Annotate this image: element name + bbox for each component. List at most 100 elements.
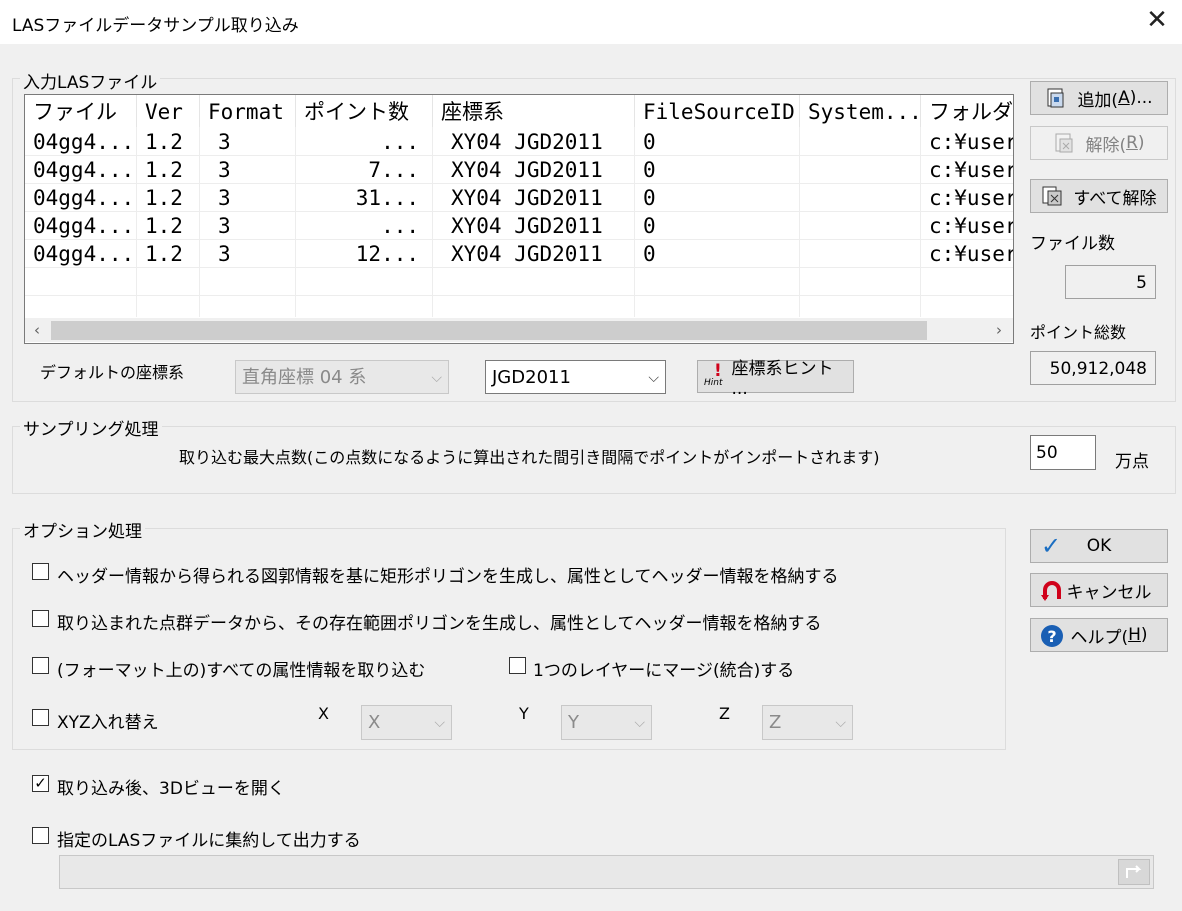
table-cell[interactable]: XY04 JGD2011	[433, 212, 635, 240]
table-cell[interactable]: 3	[200, 128, 296, 156]
remove-button[interactable]: 解除(R)	[1030, 126, 1168, 160]
merge-layer-label[interactable]: 1つのレイヤーにマージ(統合)する	[533, 656, 794, 681]
table-cell[interactable]: XY04 JGD2011	[433, 184, 635, 212]
table-cell[interactable]: 1.2	[137, 240, 200, 268]
column-header[interactable]: フォルダ	[921, 95, 1013, 127]
table-cell[interactable]: 04gg4...	[25, 184, 137, 212]
option2-checkbox[interactable]	[32, 610, 49, 627]
crs-hint-button[interactable]: ! Hint 座標系ヒント ...	[697, 359, 854, 399]
y-label: Y	[519, 704, 529, 723]
max-points-input[interactable]: 50	[1030, 435, 1096, 470]
table-cell[interactable]: XY04 JGD2011	[433, 240, 635, 268]
column-header[interactable]: Format	[200, 95, 296, 127]
table-cell[interactable]: c:¥user	[921, 156, 1013, 184]
table-cell[interactable]: 1.2	[137, 128, 200, 156]
merge-output-label[interactable]: 指定のLASファイルに集約して出力する	[57, 826, 361, 851]
remove-all-button[interactable]: すべて解除	[1030, 179, 1168, 213]
table-cell[interactable]: ...	[296, 212, 433, 240]
table-cell[interactable]: XY04 JGD2011	[433, 156, 635, 184]
las-file-list[interactable]: ファイル Ver Format ポイント数 座標系 FileSourceID System.…	[24, 94, 1014, 344]
chevron-down-icon: ⌵	[431, 370, 442, 386]
table-cell[interactable]	[800, 128, 921, 156]
chevron-down-icon: ⌵	[648, 370, 659, 386]
input-las-legend: 入力LASファイル	[20, 68, 161, 93]
table-cell[interactable]	[800, 156, 921, 184]
table-cell[interactable]	[800, 184, 921, 212]
table-cell[interactable]: 3	[200, 184, 296, 212]
open-3d-label[interactable]: 取り込み後、3Dビューを開く	[57, 774, 285, 799]
scroll-right-icon[interactable]: ›	[987, 318, 1011, 342]
crs-select[interactable]: 直角座標 04 系 ⌵	[235, 360, 449, 394]
table-cell[interactable]	[800, 240, 921, 268]
table-cell[interactable]: 3	[200, 240, 296, 268]
options-legend: オプション処理	[20, 517, 145, 542]
option1-label[interactable]: ヘッダー情報から得られる図郭情報を基に矩形ポリゴンを生成し、属性としてヘッダー情…	[57, 562, 839, 587]
x-select[interactable]: X ⌵	[361, 705, 452, 740]
remove-all-icon	[1041, 185, 1063, 207]
merge-output-checkbox[interactable]	[32, 827, 49, 844]
table-cell[interactable]: 0	[635, 184, 800, 212]
table-cell[interactable]	[800, 212, 921, 240]
default-crs-label: デフォルトの座標系	[40, 363, 185, 382]
add-button[interactable]: 追加(A)...	[1030, 81, 1168, 115]
column-header[interactable]: ファイル	[25, 95, 137, 127]
xyz-swap-label[interactable]: XYZ入れ替え	[57, 708, 159, 733]
table-cell[interactable]: 3	[200, 156, 296, 184]
help-button[interactable]: ? ヘルプ(H)	[1030, 618, 1168, 652]
table-cell[interactable]: 12...	[296, 240, 433, 268]
xyz-swap-checkbox[interactable]	[32, 709, 49, 726]
table-cell[interactable]: 1.2	[137, 156, 200, 184]
table-cell[interactable]: 04gg4...	[25, 156, 137, 184]
table-cell[interactable]: 04gg4...	[25, 240, 137, 268]
table-cell[interactable]: 0	[635, 212, 800, 240]
z-select[interactable]: Z ⌵	[762, 705, 853, 740]
crs-hint-label: 座標系ヒント ...	[731, 359, 834, 399]
table-cell[interactable]: 0	[635, 240, 800, 268]
horizontal-scrollbar[interactable]: ‹ ›	[25, 318, 1013, 342]
option3-label[interactable]: (フォーマット上の)すべての属性情報を取り込む	[57, 656, 425, 681]
sampling-description: 取り込む最大点数(この点数になるように算出された間引き間隔でポイントがインポート…	[179, 448, 880, 467]
table-cell[interactable]: c:¥user	[921, 128, 1013, 156]
file-count-value: 5	[1065, 265, 1156, 299]
scroll-thumb[interactable]	[51, 321, 927, 340]
open-3d-checkbox[interactable]: ✓	[32, 775, 49, 792]
option1-checkbox[interactable]	[32, 563, 49, 580]
output-path-field[interactable]	[59, 855, 1154, 889]
close-icon[interactable]: ✕	[1145, 7, 1169, 34]
table-cell[interactable]: 0	[635, 156, 800, 184]
option3-checkbox[interactable]	[32, 657, 49, 674]
x-label: X	[318, 704, 329, 723]
browse-folder-icon[interactable]	[1118, 859, 1150, 885]
datum-select[interactable]: JGD2011 ⌵	[485, 360, 666, 394]
column-header[interactable]: FileSourceID	[635, 95, 800, 127]
table-cell[interactable]: 7...	[296, 156, 433, 184]
hint-icon: ! Hint	[704, 360, 723, 388]
y-select[interactable]: Y ⌵	[561, 705, 652, 740]
table-cell[interactable]: 1.2	[137, 184, 200, 212]
table-cell[interactable]: ...	[296, 128, 433, 156]
table-cell[interactable]: c:¥user	[921, 184, 1013, 212]
table-cell[interactable]: 04gg4...	[25, 128, 137, 156]
scroll-left-icon[interactable]: ‹	[25, 318, 49, 342]
table-cell[interactable]: 31...	[296, 184, 433, 212]
table-cell[interactable]: c:¥user	[921, 212, 1013, 240]
column-header[interactable]: Ver	[137, 95, 200, 127]
window-title: LASファイルデータサンプル取り込み	[12, 16, 299, 36]
option2-label[interactable]: 取り込まれた点群データから、その存在範囲ポリゴンを生成し、属性としてヘッダー情報…	[57, 609, 822, 634]
table-cell[interactable]: 3	[200, 212, 296, 240]
column-header[interactable]: ポイント数	[296, 95, 433, 127]
point-total-label: ポイント総数	[1030, 323, 1127, 342]
column-header[interactable]: 座標系	[433, 95, 635, 127]
row-divider	[25, 295, 1013, 296]
table-cell[interactable]: 1.2	[137, 212, 200, 240]
table-cell[interactable]: 0	[635, 128, 800, 156]
ok-button[interactable]: ✓ OK	[1030, 529, 1168, 563]
column-header[interactable]: System...	[800, 95, 921, 127]
chevron-down-icon: ⌵	[634, 715, 645, 731]
cancel-button[interactable]: キャンセル	[1030, 573, 1168, 607]
table-cell[interactable]: XY04 JGD2011	[433, 128, 635, 156]
merge-layer-checkbox[interactable]	[509, 657, 526, 674]
datum-select-value: JGD2011	[492, 367, 571, 388]
table-cell[interactable]: 04gg4...	[25, 212, 137, 240]
table-cell[interactable]: c:¥user	[921, 240, 1013, 268]
